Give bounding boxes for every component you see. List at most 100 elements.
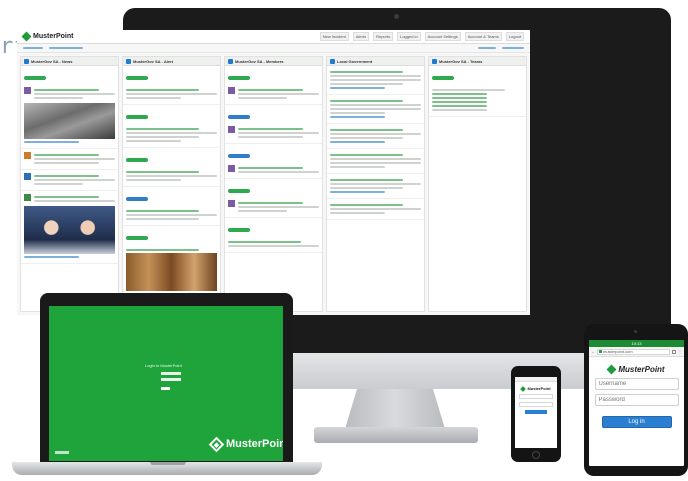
app-logo: MusterPoint [208, 436, 283, 452]
avatar [228, 126, 235, 133]
nav-item[interactable]: New Incident [319, 32, 349, 41]
logo-diamond-icon [208, 436, 225, 452]
status-badge [228, 115, 250, 119]
footer-text [55, 451, 69, 454]
logo-text: MusterPoint [33, 33, 74, 40]
login-button[interactable] [161, 387, 170, 390]
list-item[interactable] [123, 66, 220, 105]
feed-icon [126, 58, 131, 64]
tabs-icon[interactable] [672, 349, 676, 354]
username-field[interactable] [594, 378, 679, 390]
list-item[interactable] [327, 149, 424, 174]
post-image[interactable] [126, 253, 217, 291]
home-button[interactable] [532, 451, 540, 459]
post-image[interactable] [24, 206, 115, 254]
column-header: MusterGov SA - Alert [123, 57, 220, 66]
status-badge [126, 236, 148, 240]
stream-column: MusterGov SA - News [20, 56, 119, 312]
stream-column: MusterGov SA - Teams [428, 56, 527, 312]
logo-diamond-icon [520, 385, 527, 392]
toolbar-link[interactable] [502, 47, 524, 49]
login-button[interactable]: Log in [601, 416, 672, 428]
nav-item[interactable]: Account Settings [424, 32, 461, 41]
column-header: MusterGov SA - News [21, 57, 118, 66]
list-item[interactable] [327, 66, 424, 95]
status-badge [228, 154, 250, 158]
list-item[interactable] [123, 105, 220, 148]
camera-dot [634, 330, 637, 333]
status-badge [24, 76, 46, 80]
nav-item[interactable]: Logout [505, 32, 524, 41]
column-title: MusterGov SA - Members [235, 58, 284, 64]
stream-column: Local Government [326, 56, 425, 312]
username-field[interactable] [161, 372, 181, 375]
nav-item[interactable]: Account & Teams [464, 32, 502, 41]
sub-toolbar [17, 44, 530, 53]
nav-item[interactable]: Alerts [352, 32, 370, 41]
monitor-base [314, 427, 478, 443]
menu-icon[interactable]: ⋮ [678, 349, 682, 354]
avatar [228, 87, 235, 94]
list-item[interactable] [123, 148, 220, 187]
status-badge [228, 76, 250, 80]
address-bar[interactable]: musterpoint.com [597, 348, 670, 355]
list-item[interactable] [21, 170, 118, 191]
status-time: 10:13 [631, 341, 642, 346]
list-item[interactable] [327, 174, 424, 199]
column-header: MusterGov SA - Members [225, 57, 322, 66]
status-badge [126, 197, 148, 201]
login-title: Login to MusterPoint [145, 363, 182, 368]
toolbar-link[interactable] [49, 47, 83, 49]
laptop-notch [150, 462, 186, 465]
password-field[interactable] [161, 378, 181, 381]
list-item[interactable] [123, 226, 220, 301]
desktop-screen: MusterPoint New Incident Alerts Reports … [17, 30, 530, 315]
lock-icon [599, 350, 602, 353]
list-item[interactable] [429, 66, 526, 117]
list-item[interactable] [225, 144, 322, 179]
avatar [24, 194, 31, 201]
status-badge [228, 189, 250, 193]
toolbar-link[interactable] [478, 47, 496, 49]
phone-screen: MusterPoint [515, 377, 557, 448]
app-header: MusterPoint New Incident Alerts Reports … [17, 30, 530, 44]
logo-text: MusterPoint [527, 386, 551, 391]
list-item[interactable] [225, 105, 322, 144]
app-logo[interactable]: MusterPoint [21, 31, 74, 42]
list-item[interactable] [327, 199, 424, 220]
nav-item[interactable]: Reports [373, 32, 394, 41]
column-header: MusterGov SA - Teams [429, 57, 526, 66]
list-item[interactable] [21, 66, 118, 149]
list-item[interactable] [225, 179, 322, 218]
avatar [24, 87, 31, 94]
list-item[interactable] [225, 218, 322, 253]
column-title: MusterGov SA - Teams [439, 58, 483, 64]
phone-status-bar [515, 377, 557, 382]
nav-item[interactable]: Logged in [397, 32, 421, 41]
status-badge [126, 158, 148, 162]
status-badge [228, 228, 250, 232]
login-button[interactable] [525, 410, 547, 414]
column-title: Local Government [337, 58, 373, 64]
laptop-screen: Login to MusterPoint MusterPoint [49, 306, 283, 461]
device-showcase: rt MusterPoint New Incident Alerts Repor… [0, 0, 688, 481]
list-item[interactable] [327, 124, 424, 149]
password-field[interactable] [519, 402, 553, 407]
tablet-screen: 10:13 ← musterpoint.com ⋮ MusterPoint Lo… [589, 340, 684, 466]
avatar [228, 165, 235, 172]
stream-columns: MusterGov SA - News MusterGov SA - Alert… [17, 53, 530, 315]
list-item[interactable] [21, 149, 118, 170]
logo-diamond-icon [21, 31, 32, 42]
avatar [24, 152, 31, 159]
list-item[interactable] [327, 95, 424, 124]
toolbar-link[interactable] [23, 47, 43, 49]
avatar [24, 173, 31, 180]
username-field[interactable] [519, 394, 553, 399]
list-item[interactable] [21, 191, 118, 264]
back-icon[interactable]: ← [591, 349, 595, 354]
post-image[interactable] [24, 103, 115, 139]
list-item[interactable] [123, 187, 220, 226]
password-field[interactable] [594, 394, 679, 406]
list-item[interactable] [225, 66, 322, 105]
stream-column: MusterGov SA - Alert [122, 56, 221, 312]
